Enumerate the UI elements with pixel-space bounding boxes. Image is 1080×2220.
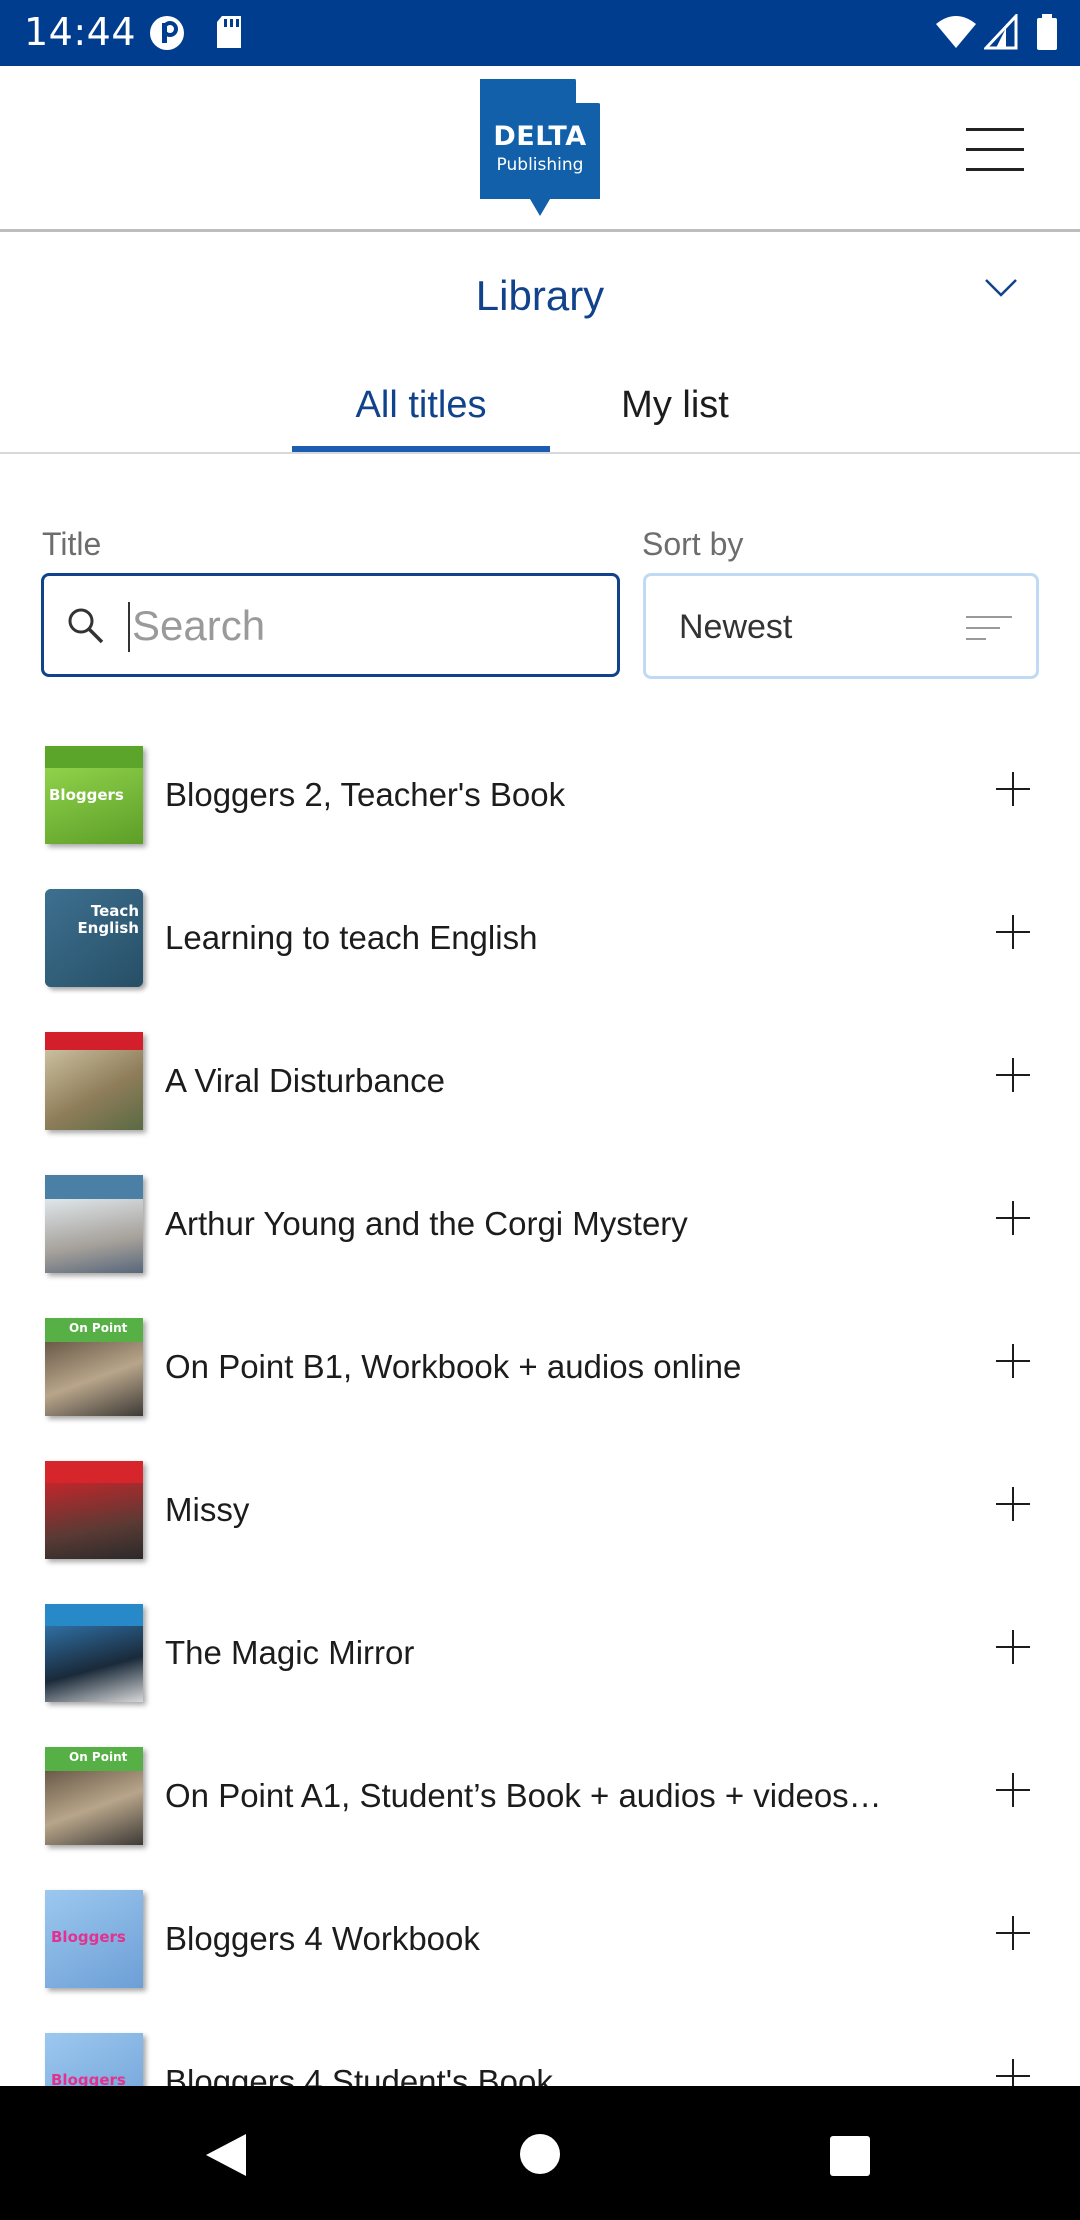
- title-filter-label: Title: [42, 526, 102, 562]
- add-to-list-button[interactable]: [996, 915, 1030, 949]
- text-cursor: [128, 602, 130, 652]
- back-icon[interactable]: [204, 2132, 248, 2178]
- logo-line2: Publishing: [496, 155, 584, 175]
- section-selector[interactable]: Library: [0, 232, 1080, 362]
- book-row[interactable]: Bloggers Bloggers 4 Student's Book: [0, 2015, 1080, 2086]
- book-cover: [45, 1461, 143, 1559]
- book-title: On Point B1, Workbook + audios online: [165, 1348, 742, 1385]
- book-cover: Teach English: [45, 889, 143, 987]
- search-icon: [68, 608, 104, 644]
- tab-all-titles[interactable]: All titles: [292, 384, 550, 427]
- menu-bar-top: [966, 128, 1024, 131]
- system-navigation-bar: [0, 2086, 1080, 2220]
- app-header: DELTA Publishing: [0, 66, 1080, 232]
- book-cover: Bloggers: [45, 746, 143, 844]
- add-to-list-button[interactable]: [996, 2059, 1030, 2086]
- book-row[interactable]: Bloggers Bloggers 4 Workbook: [0, 1872, 1080, 2015]
- book-cover: On Point: [45, 1318, 143, 1416]
- home-icon[interactable]: [518, 2132, 562, 2176]
- delta-publishing-logo[interactable]: DELTA Publishing: [480, 79, 600, 217]
- sort-icon: [966, 616, 1012, 640]
- book-cover: On Point: [45, 1747, 143, 1845]
- book-title: Missy: [165, 1491, 250, 1528]
- section-title: Library: [475, 272, 605, 319]
- tab-indicator: [292, 446, 550, 452]
- book-title: On Point A1, Student’s Book + audios + v…: [165, 1777, 882, 1814]
- book-row[interactable]: On Point On Point B1, Workbook + audios …: [0, 1300, 1080, 1443]
- add-to-list-button[interactable]: [996, 1773, 1030, 1807]
- add-to-list-button[interactable]: [996, 1916, 1030, 1950]
- add-to-list-button[interactable]: [996, 1344, 1030, 1378]
- cover-word: Bloggers: [49, 786, 124, 804]
- add-to-list-button[interactable]: [996, 1630, 1030, 1664]
- logo-line1: DELTA: [493, 121, 587, 152]
- sort-by-label: Sort by: [642, 526, 744, 562]
- recents-icon[interactable]: [828, 2134, 872, 2178]
- book-row[interactable]: The Magic Mirror: [0, 1586, 1080, 1729]
- search-input[interactable]: Search: [41, 573, 620, 677]
- signal-icon: [984, 14, 1018, 50]
- book-title: A Viral Disturbance: [165, 1062, 446, 1099]
- book-title: The Magic Mirror: [165, 1634, 415, 1671]
- tab-my-list[interactable]: My list: [560, 384, 790, 427]
- book-title: Arthur Young and the Corgi Mystery: [165, 1205, 688, 1242]
- book-title: Bloggers 2, Teacher's Book: [165, 776, 566, 813]
- status-time: 14:44: [24, 10, 137, 54]
- hamburger-menu-button[interactable]: [966, 128, 1028, 172]
- cover-word: Teach English: [77, 902, 139, 937]
- menu-bar-bottom: [966, 168, 1024, 171]
- book-row[interactable]: Arthur Young and the Corgi Mystery: [0, 1157, 1080, 1300]
- notification-p-icon: [150, 16, 184, 50]
- book-row[interactable]: On Point On Point A1, Student’s Book + a…: [0, 1729, 1080, 1872]
- sort-dropdown[interactable]: Newest: [643, 573, 1039, 679]
- book-row[interactable]: A Viral Disturbance: [0, 1014, 1080, 1157]
- cover-word: On Point: [69, 1321, 128, 1335]
- chevron-down-icon[interactable]: [984, 278, 1018, 298]
- cover-word: Bloggers: [51, 2071, 126, 2086]
- add-to-list-button[interactable]: [996, 772, 1030, 806]
- wifi-icon: [936, 16, 976, 48]
- add-to-list-button[interactable]: [996, 1058, 1030, 1092]
- cover-word: On Point: [69, 1750, 128, 1764]
- battery-icon: [1037, 14, 1057, 50]
- add-to-list-button[interactable]: [996, 1201, 1030, 1235]
- menu-bar-middle: [966, 148, 1024, 151]
- book-title: Learning to teach English: [165, 919, 538, 956]
- book-title: Bloggers 4 Student's Book: [165, 2063, 553, 2086]
- book-row[interactable]: Missy: [0, 1443, 1080, 1586]
- book-list: Bloggers Bloggers 2, Teacher's Book Teac…: [0, 728, 1080, 2086]
- book-row[interactable]: Bloggers Bloggers 2, Teacher's Book: [0, 728, 1080, 871]
- book-cover: [45, 1604, 143, 1702]
- sd-card-icon: [217, 16, 241, 48]
- search-placeholder: Search: [132, 602, 266, 649]
- library-tabs: All titles My list: [0, 370, 1080, 454]
- cover-word: Bloggers: [51, 1928, 126, 1946]
- book-cover: Bloggers: [45, 2033, 143, 2086]
- book-row[interactable]: Teach English Learning to teach English: [0, 871, 1080, 1014]
- book-cover: [45, 1032, 143, 1130]
- status-bar: 14:44: [0, 0, 1080, 66]
- sort-value: Newest: [679, 608, 793, 646]
- add-to-list-button[interactable]: [996, 1487, 1030, 1521]
- book-cover: Bloggers: [45, 1890, 143, 1988]
- book-title: Bloggers 4 Workbook: [165, 1920, 480, 1957]
- book-cover: [45, 1175, 143, 1273]
